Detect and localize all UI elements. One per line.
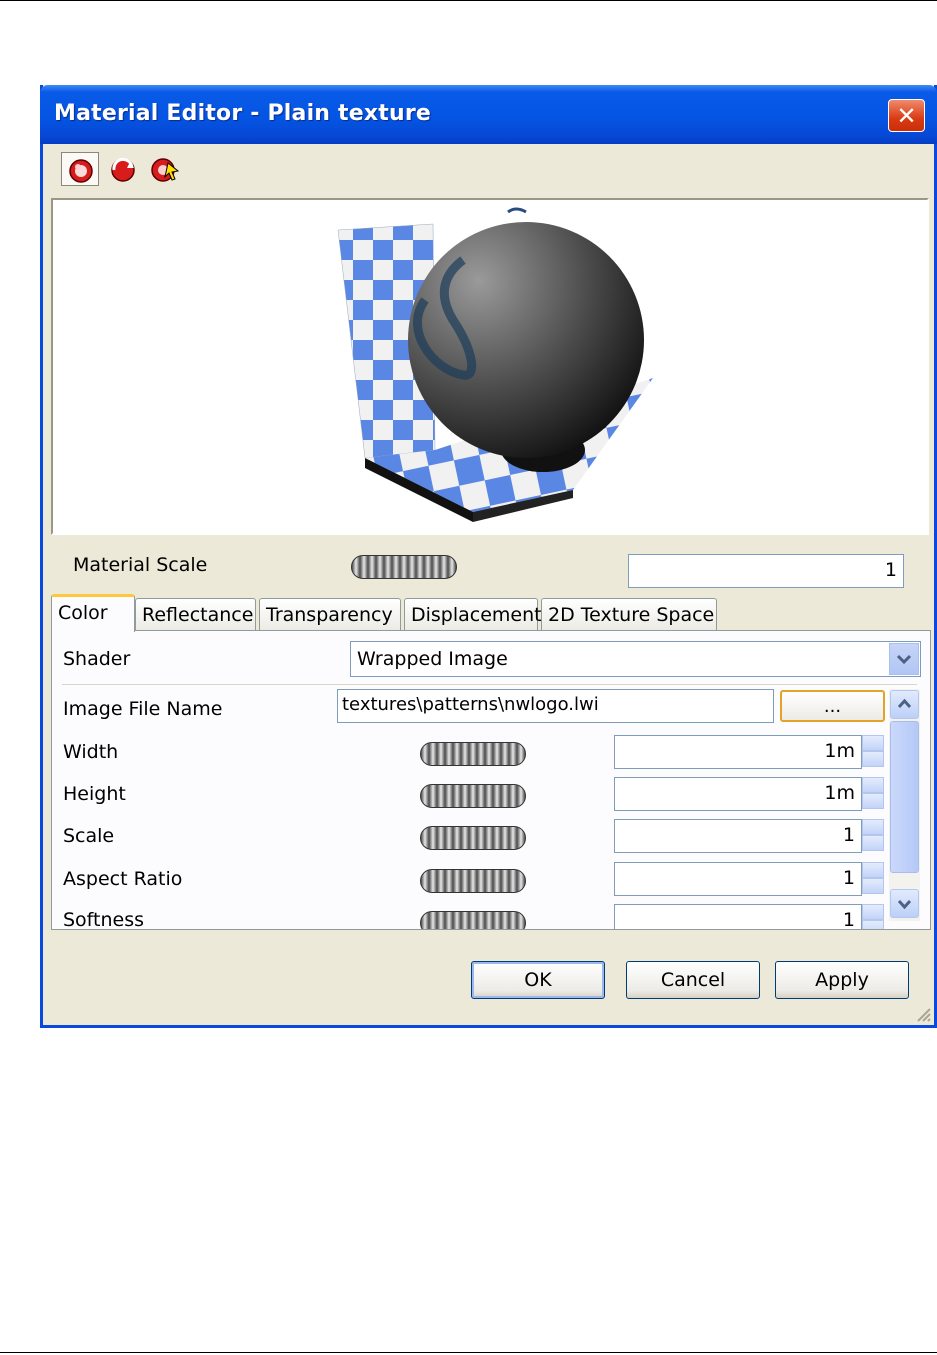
spin-up-icon[interactable] <box>862 904 884 920</box>
height-label: Height <box>63 783 126 805</box>
tab-color[interactable]: Color <box>51 594 135 632</box>
page-bottom-rule <box>0 1352 937 1353</box>
cancel-button[interactable]: Cancel <box>626 961 760 999</box>
resize-grip-icon[interactable] <box>914 1005 932 1023</box>
width-spinner[interactable] <box>862 735 884 769</box>
preview-render-image <box>337 207 653 522</box>
softness-slider[interactable] <box>420 911 526 929</box>
chevron-up-icon <box>897 698 912 709</box>
height-slider[interactable] <box>420 784 526 808</box>
scale-spinner[interactable] <box>862 819 884 853</box>
browse-button[interactable]: ... <box>780 690 885 722</box>
material-scale-field[interactable]: 1 <box>628 554 904 588</box>
page-top-rule <box>0 0 937 1</box>
pick-material-button[interactable] <box>145 152 183 186</box>
spin-down-icon[interactable] <box>862 835 884 851</box>
tab-bar: Color Reflectance Transparency Displacem… <box>51 592 931 632</box>
height-spinner[interactable] <box>862 777 884 811</box>
window-title: Material Editor - Plain texture <box>54 101 432 126</box>
shader-value: Wrapped Image <box>357 648 508 670</box>
spin-up-icon[interactable] <box>862 777 884 793</box>
scroll-up-button[interactable] <box>890 690 919 719</box>
color-tab-panel: Shader Wrapped Image Image File Name tex… <box>51 630 931 930</box>
softness-spinner[interactable] <box>862 904 884 929</box>
scale-slider[interactable] <box>420 826 526 850</box>
image-file-label: Image File Name <box>63 698 223 720</box>
material-editor-window: Material Editor - Plain texture ✕ Materi… <box>40 85 937 1028</box>
properties-scrollbar[interactable] <box>889 689 920 921</box>
aspect-ratio-spinner[interactable] <box>862 862 884 896</box>
sphere-material-icon <box>69 159 93 183</box>
material-scale-label: Material Scale <box>73 554 208 576</box>
material-scale-row: Material Scale 1 <box>51 540 931 588</box>
shader-dropdown-button[interactable] <box>889 643 919 675</box>
spin-down-icon[interactable] <box>862 920 884 929</box>
image-file-field[interactable]: textures\patterns\nwlogo.lwi <box>337 689 774 723</box>
height-field[interactable]: 1m <box>614 777 862 811</box>
close-button[interactable]: ✕ <box>888 99 925 132</box>
width-slider[interactable] <box>420 742 526 766</box>
spin-down-icon[interactable] <box>862 878 884 894</box>
undo-material-icon <box>111 157 135 182</box>
undo-material-button[interactable] <box>103 152 141 186</box>
spin-up-icon[interactable] <box>862 819 884 835</box>
shader-label: Shader <box>63 648 131 670</box>
scale-label: Scale <box>63 825 115 847</box>
softness-field[interactable]: 1 <box>614 904 862 929</box>
scale-field[interactable]: 1 <box>614 819 862 853</box>
material-preview <box>51 198 929 535</box>
aspect-ratio-label: Aspect Ratio <box>63 868 183 890</box>
shader-select[interactable]: Wrapped Image <box>350 641 921 677</box>
width-field[interactable]: 1m <box>614 735 862 769</box>
close-icon: ✕ <box>896 101 917 130</box>
apply-button[interactable]: Apply <box>775 961 909 999</box>
spin-down-icon[interactable] <box>862 793 884 809</box>
toolbar <box>53 144 923 190</box>
scroll-thumb[interactable] <box>890 721 919 873</box>
tab-displacement[interactable]: Displacement <box>404 598 542 630</box>
chevron-down-icon <box>897 899 912 910</box>
aspect-ratio-field[interactable]: 1 <box>614 862 862 896</box>
sphere-material-button[interactable] <box>61 152 99 186</box>
material-scale-slider[interactable] <box>351 555 457 579</box>
title-bar[interactable]: Material Editor - Plain texture ✕ <box>40 85 937 144</box>
softness-label: Softness <box>63 909 145 930</box>
tab-reflectance[interactable]: Reflectance <box>135 598 256 630</box>
ok-button[interactable]: OK <box>471 961 605 999</box>
scroll-down-button[interactable] <box>890 889 919 918</box>
tab-2d-texture-space[interactable]: 2D Texture Space <box>541 598 717 630</box>
tab-transparency[interactable]: Transparency <box>259 598 401 630</box>
spin-down-icon[interactable] <box>862 751 884 767</box>
spin-up-icon[interactable] <box>862 735 884 751</box>
spin-up-icon[interactable] <box>862 862 884 878</box>
width-label: Width <box>63 741 119 763</box>
pick-material-icon <box>151 158 180 182</box>
panel-separator <box>62 684 917 685</box>
aspect-ratio-slider[interactable] <box>420 869 526 893</box>
chevron-down-icon <box>896 654 912 665</box>
